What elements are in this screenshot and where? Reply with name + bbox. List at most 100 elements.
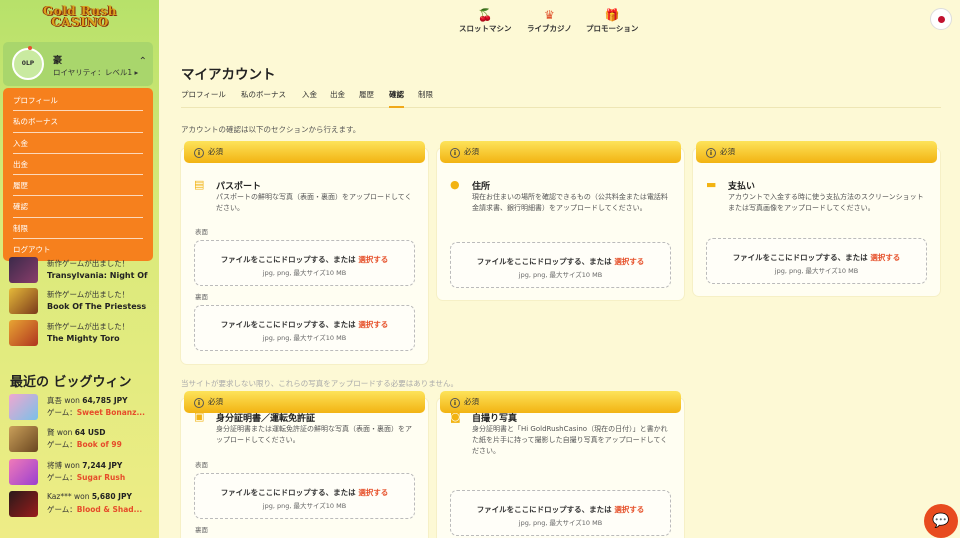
- game-label: ゲーム：: [47, 505, 77, 514]
- game-name[interactable]: Book of 99: [77, 440, 122, 449]
- select-file-link[interactable]: 選択する: [358, 488, 388, 497]
- card-title: 身分証明書／運転免許証: [216, 414, 316, 424]
- menu-item-limits[interactable]: 制限: [13, 218, 143, 240]
- card-description: パスポートの鮮明な写真（表面・裏面）をアップロードしてください。: [216, 193, 412, 212]
- nav-promotions[interactable]: 🎁 プロモーション: [586, 8, 638, 34]
- game-name[interactable]: Blood & Shad...: [77, 505, 142, 514]
- select-file-link[interactable]: 選択する: [614, 257, 644, 266]
- passport-icon: ▤: [194, 178, 205, 191]
- menu-item-history[interactable]: 履歴: [13, 175, 143, 197]
- drop-text: ファイルをここにドロップする、または: [476, 505, 612, 514]
- menu-item-verification[interactable]: 確認: [13, 196, 143, 218]
- payment-dropzone[interactable]: ファイルをここにドロップする、または 選択する jpg, png, 最大サイズ1…: [706, 238, 927, 284]
- loyalty-level[interactable]: ロイヤリティ：レベル1 ▸: [53, 67, 138, 78]
- card-title: 支払い: [728, 182, 756, 192]
- user-card[interactable]: 0LP 豪 ロイヤリティ：レベル1 ▸ ⌃: [3, 42, 153, 86]
- cherry-icon: 🍒: [477, 8, 493, 22]
- drop-text: ファイルをここにドロップする、または: [476, 257, 612, 266]
- big-win-item[interactable]: 将博 won 7,244 JPY ゲーム：Sugar Rush: [9, 459, 154, 485]
- required-label: 必須: [464, 397, 479, 406]
- select-file-link[interactable]: 選択する: [358, 255, 388, 264]
- tab-history[interactable]: 履歴: [359, 89, 374, 100]
- tab-profile[interactable]: プロフィール: [181, 89, 226, 100]
- drop-text: ファイルをここにドロップする、または: [220, 320, 356, 329]
- game-name[interactable]: Sugar Rush: [77, 473, 125, 482]
- won-label: won: [64, 396, 80, 405]
- game-name[interactable]: Sweet Bonanz...: [77, 408, 145, 417]
- front-label: 表面: [195, 461, 208, 469]
- back-label: 裏面: [195, 526, 208, 534]
- required-label: 必須: [208, 147, 223, 156]
- nav-slots[interactable]: 🍒 スロットマシン: [459, 8, 512, 34]
- win-amount: 64,785 JPY: [82, 396, 128, 405]
- tab-deposit[interactable]: 入金: [302, 89, 317, 100]
- menu-item-bonus[interactable]: 私のボーナス: [13, 111, 143, 133]
- card-description: アカウントで入金する時に使う支払方法のスクリーンショットまたは写真画像をアップロ…: [728, 193, 924, 212]
- id-front-dropzone[interactable]: ファイルをここにドロップする、または 選択する jpg, png, 最大サイズ1…: [194, 473, 415, 519]
- chevron-up-icon[interactable]: ⌃: [139, 56, 147, 67]
- info-icon: i: [450, 148, 460, 158]
- big-win-item[interactable]: 真吾 won 64,785 JPY ゲーム：Sweet Bonanz...: [9, 394, 154, 420]
- required-banner: i 必須: [440, 391, 681, 413]
- news-label: 新作ゲームが出ました！: [47, 322, 130, 331]
- chat-icon[interactable]: 💬: [924, 504, 958, 538]
- address-card: i 必須 ● 住所 現在お住まいの場所を確認できるもの（公共料金または電話料金請求…: [437, 141, 684, 300]
- passport-card: i 必須 ▤ パスポート パスポートの鮮明な写真（表面・裏面）をアップロードしてく…: [181, 141, 428, 364]
- news-label: 新作ゲームが出ました！: [47, 290, 130, 299]
- card-description: 現在お住まいの場所を確認できるもの（公共料金または電話料金請求書、銀行明細書）を…: [472, 193, 668, 212]
- tab-limits[interactable]: 制限: [418, 89, 433, 100]
- news-item[interactable]: 新作ゲームが出ました！ Transylvania: Night Of: [9, 257, 154, 283]
- info-icon: i: [706, 148, 716, 158]
- id-card: i 必須 ▣ 身分証明書／運転免許証 身分証明書または運転免許証の鮮明な写真（表面…: [181, 391, 428, 538]
- language-flag-icon[interactable]: [930, 8, 952, 30]
- dealer-icon: ♛: [544, 8, 555, 22]
- tab-withdraw[interactable]: 出金: [330, 89, 345, 100]
- card-description: 身分証明書または運転免許証の鮮明な写真（表面・裏面）をアップロードしてください。: [216, 425, 412, 444]
- big-win-item[interactable]: 賢 won 64 USD ゲーム：Book of 99: [9, 426, 154, 452]
- required-label: 必須: [208, 397, 223, 406]
- win-amount: 5,680 JPY: [91, 492, 132, 501]
- card-description: 身分証明書と「Hi GoldRushCasino（現在の日付）」と書かれた紙を片…: [472, 425, 668, 455]
- address-dropzone[interactable]: ファイルをここにドロップする、または 選択する jpg, png, 最大サイズ1…: [450, 242, 671, 288]
- home-icon: ●: [450, 178, 460, 191]
- nav-label: プロモーション: [586, 24, 639, 33]
- user-name: 豪: [53, 56, 63, 66]
- back-label: 裏面: [195, 293, 208, 301]
- game-thumbnail: [9, 320, 38, 346]
- game-label: ゲーム：: [47, 408, 77, 417]
- passport-back-dropzone[interactable]: ファイルをここにドロップする、または 選択する jpg, png, 最大サイズ1…: [194, 305, 415, 351]
- account-menu: プロフィール 私のボーナス 入金 出金 履歴 確認 制限 ログアウト: [3, 88, 153, 261]
- info-icon: i: [194, 398, 204, 408]
- sidebar: Gold Rush CASINO 0LP 豪 ロイヤリティ：レベル1 ▸ ⌃ プロ…: [0, 0, 159, 538]
- page-title: マイアカウント: [181, 67, 276, 83]
- gift-icon: 🎁: [604, 8, 620, 22]
- big-wins-title: 最近の ビッグウィン: [10, 375, 132, 390]
- game-thumbnail: [9, 426, 38, 452]
- select-file-link[interactable]: 選択する: [614, 505, 644, 514]
- passport-front-dropzone[interactable]: ファイルをここにドロップする、または 選択する jpg, png, 最大サイズ1…: [194, 240, 415, 286]
- game-thumbnail: [9, 288, 38, 314]
- game-thumbnail: [9, 491, 38, 517]
- menu-item-deposit[interactable]: 入金: [13, 133, 143, 154]
- tab-verification[interactable]: 確認: [389, 89, 404, 108]
- news-item[interactable]: 新作ゲームが出ました！ Book Of The Priestess: [9, 288, 154, 314]
- selfie-dropzone[interactable]: ファイルをここにドロップする、または 選択する jpg, png, 最大サイズ1…: [450, 490, 671, 536]
- tab-bonus[interactable]: 私のボーナス: [241, 89, 286, 100]
- payment-card: i 必須 ▬ 支払い アカウントで入金する時に使う支払方法のスクリーンショットまた…: [693, 141, 940, 296]
- menu-item-withdraw[interactable]: 出金: [13, 154, 143, 176]
- casino-logo[interactable]: Gold Rush CASINO: [30, 5, 130, 30]
- news-title: The Mighty Toro: [47, 334, 120, 343]
- info-icon: i: [450, 398, 460, 408]
- news-item[interactable]: 新作ゲームが出ました！ The Mighty Toro: [9, 320, 154, 346]
- id-card-icon: ▣: [194, 410, 205, 423]
- account-tabs: プロフィール 私のボーナス 入金 出金 履歴 確認 制限: [181, 89, 941, 108]
- camera-icon: ◙: [450, 410, 461, 423]
- required-label: 必須: [720, 147, 735, 156]
- nav-label: ライブカジノ: [527, 24, 572, 33]
- menu-item-profile[interactable]: プロフィール: [13, 90, 143, 112]
- select-file-link[interactable]: 選択する: [358, 320, 388, 329]
- big-win-item[interactable]: Kaz*** won 5,680 JPY ゲーム：Blood & Shad...: [9, 491, 154, 517]
- select-file-link[interactable]: 選択する: [870, 253, 900, 262]
- nav-live-casino[interactable]: ♛ ライブカジノ: [527, 8, 572, 34]
- loyalty-level-badge: 0LP: [12, 46, 44, 80]
